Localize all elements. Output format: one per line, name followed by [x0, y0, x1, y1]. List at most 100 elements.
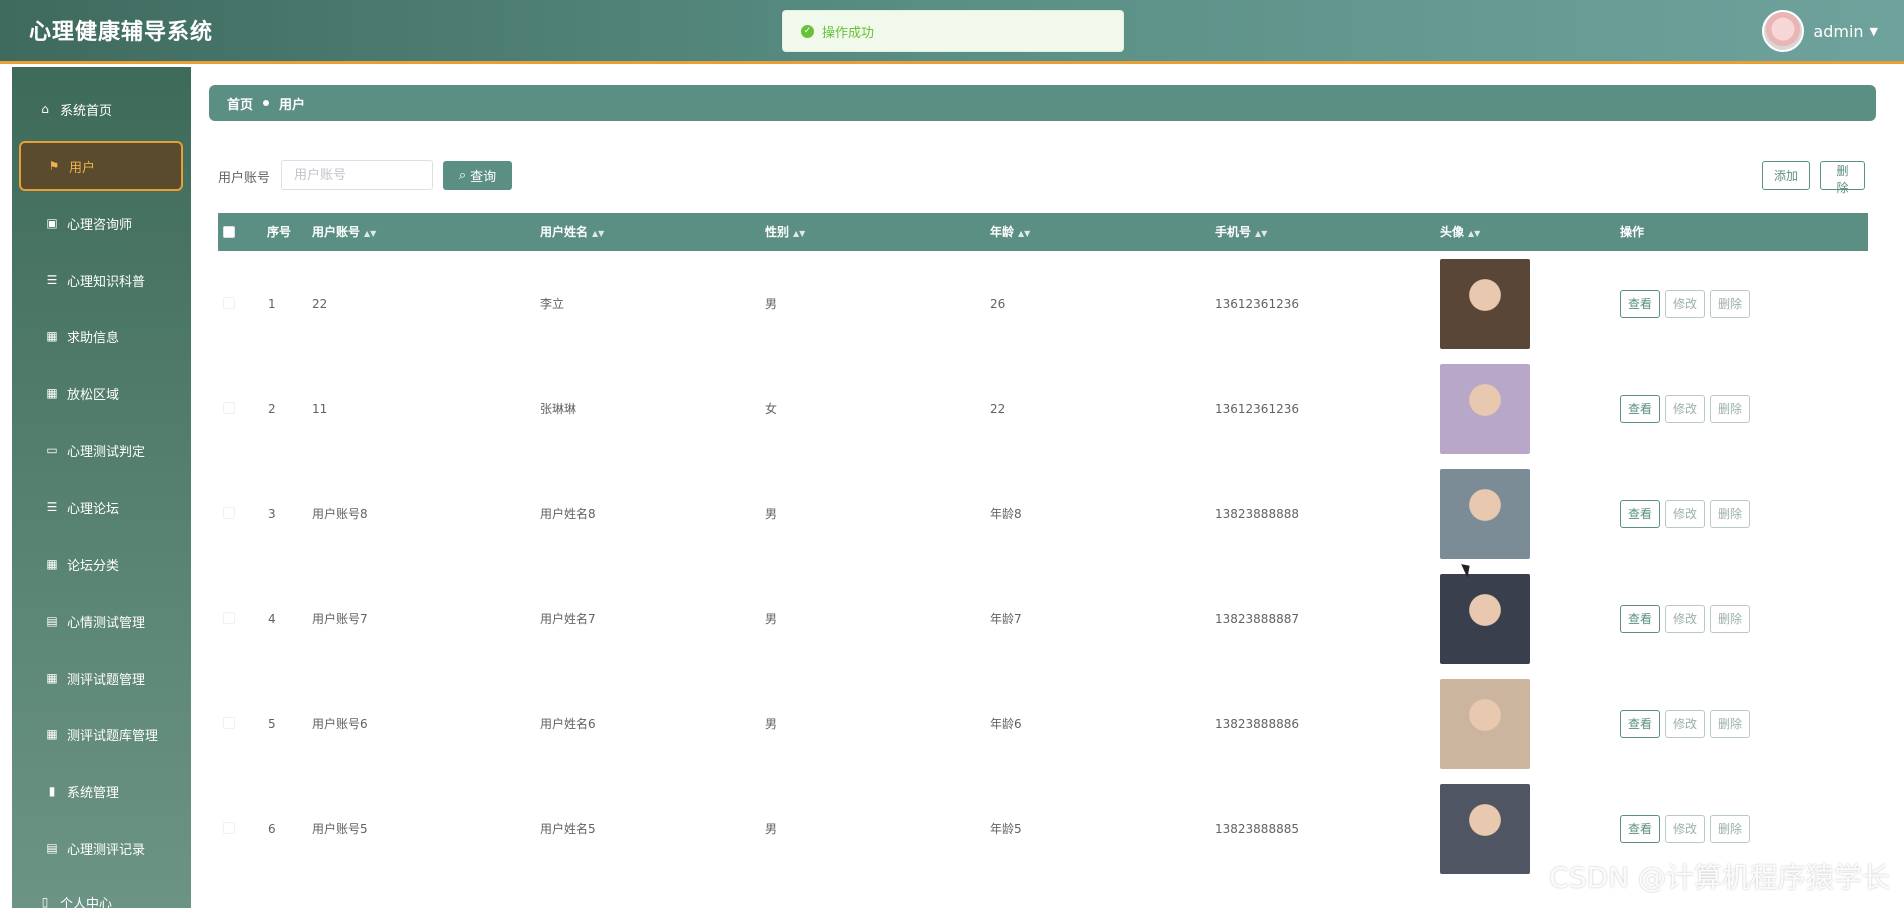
cell-phone: 13612361236 — [1215, 296, 1299, 311]
delete-button[interactable]: 删除 — [1710, 604, 1751, 633]
avatar-photo[interactable] — [1440, 783, 1530, 874]
batch-delete-button[interactable]: 删除 — [1820, 161, 1865, 195]
row-checkbox[interactable] — [223, 402, 235, 414]
sidebar-item-records[interactable]: ▤ 心理测评记录 — [12, 828, 191, 868]
row-checkbox[interactable] — [223, 507, 235, 519]
cell-avatar — [1440, 356, 1530, 461]
col-header-gender[interactable]: 性别 ▲▼ — [765, 213, 805, 251]
sidebar-item-label: 测评试题管理 — [67, 672, 146, 688]
sort-icon[interactable]: ▲▼ — [1018, 229, 1030, 238]
select-all-checkbox[interactable] — [223, 226, 235, 238]
col-header-age[interactable]: 年龄 ▲▼ — [990, 213, 1030, 251]
delete-button[interactable]: 删除 — [1710, 814, 1751, 843]
cell-gender: 女 — [765, 402, 778, 416]
doc-icon: ▯ — [41, 895, 49, 908]
sidebar-item-relax[interactable]: ▦ 放松区域 — [12, 373, 191, 413]
user-menu[interactable]: admin ▼ — [1762, 10, 1878, 52]
view-button[interactable]: 查看 — [1620, 709, 1661, 738]
sidebar-item-forum[interactable]: ☰ 心理论坛 — [12, 487, 191, 527]
col-header-account[interactable]: 用户账号 ▲▼ — [312, 213, 376, 251]
edit-button[interactable]: 修改 — [1665, 814, 1706, 843]
sidebar-item-home[interactable]: ⌂ 系统首页 — [12, 89, 191, 129]
sort-icon[interactable]: ▲▼ — [1255, 229, 1267, 238]
home-icon: ⌂ — [41, 102, 49, 116]
col-header-phone[interactable]: 手机号 ▲▼ — [1215, 213, 1267, 251]
search-button[interactable]: ⌕ 查询 — [443, 161, 512, 190]
sidebar-item-test-judge[interactable]: ▭ 心理测试判定 — [12, 430, 191, 470]
cell-age: 年龄8 — [990, 507, 1022, 521]
sort-icon[interactable]: ▲▼ — [1468, 229, 1480, 238]
edit-button[interactable]: 修改 — [1665, 394, 1706, 423]
view-button[interactable]: 查看 — [1620, 814, 1661, 843]
account-search-input[interactable] — [281, 160, 433, 190]
sidebar-item-profile[interactable]: ▯ 个人中心 — [12, 882, 191, 908]
row-checkbox[interactable] — [223, 297, 235, 309]
grid-icon: ▦ — [46, 671, 58, 685]
sidebar-item-label: 系统首页 — [60, 103, 113, 119]
view-button[interactable]: 查看 — [1620, 604, 1661, 633]
sidebar-item-system[interactable]: ▮ 系统管理 — [12, 771, 191, 811]
avatar-photo[interactable] — [1440, 258, 1530, 349]
delete-button[interactable]: 删除 — [1710, 394, 1751, 423]
edit-button[interactable]: 修改 — [1665, 709, 1706, 738]
caret-down-icon[interactable]: ▼ — [1870, 25, 1878, 38]
sidebar-item-label: 心理测试判定 — [67, 444, 146, 460]
sidebar-item-label: 心理论坛 — [67, 501, 120, 517]
cell-name: 用户姓名8 — [540, 507, 596, 521]
table-row: 1 22 李立 男 26 13612361236 查看 修改 删除 — [218, 251, 1868, 356]
sidebar-item-forum-category[interactable]: ▦ 论坛分类 — [12, 544, 191, 584]
delete-button[interactable]: 删除 — [1710, 289, 1751, 318]
delete-button[interactable]: 删除 — [1710, 709, 1751, 738]
sidebar-item-mood-test[interactable]: ▤ 心情测试管理 — [12, 601, 191, 641]
user-name[interactable]: admin — [1813, 22, 1863, 41]
col-label: 用户账号 — [312, 225, 361, 239]
avatar-photo[interactable] — [1440, 363, 1530, 454]
row-checkbox[interactable] — [223, 717, 235, 729]
cell-account: 用户账号5 — [312, 822, 368, 836]
delete-button[interactable]: 删除 — [1710, 499, 1751, 528]
col-header-avatar[interactable]: 头像 ▲▼ — [1440, 213, 1480, 251]
list-icon: ☰ — [46, 500, 58, 514]
sort-icon[interactable]: ▲▼ — [364, 229, 376, 238]
cell-phone: 13823888887 — [1215, 611, 1299, 626]
table-row: 5 用户账号6 用户姓名6 男 年龄6 13823888886 查看 修改 删除 — [218, 671, 1868, 776]
avatar-photo[interactable] — [1440, 573, 1530, 664]
sidebar-item-counselor[interactable]: ▣ 心理咨询师 — [12, 203, 191, 243]
sort-icon[interactable]: ▲▼ — [793, 229, 805, 238]
cell-name: 用户姓名6 — [540, 717, 596, 731]
cell-avatar — [1440, 461, 1530, 566]
sidebar-item-knowledge[interactable]: ☰ 心理知识科普 — [12, 260, 191, 300]
sidebar-item-label: 论坛分类 — [67, 558, 120, 574]
row-checkbox[interactable] — [223, 612, 235, 624]
col-label: 用户姓名 — [540, 225, 589, 239]
cell-gender: 男 — [765, 507, 778, 521]
sort-icon[interactable]: ▲▼ — [592, 229, 604, 238]
edit-button[interactable]: 修改 — [1665, 604, 1706, 633]
view-button[interactable]: 查看 — [1620, 289, 1661, 318]
cell-avatar — [1440, 776, 1530, 881]
sidebar-item-question-manage[interactable]: ▦ 测评试题管理 — [12, 658, 191, 698]
cell-phone: 13823888885 — [1215, 821, 1299, 836]
view-button[interactable]: 查看 — [1620, 499, 1661, 528]
sidebar-item-label: 求助信息 — [67, 330, 120, 346]
cell-gender: 男 — [765, 612, 778, 626]
cell-no: 2 — [268, 401, 276, 416]
sidebar-item-help[interactable]: ▦ 求助信息 — [12, 316, 191, 356]
sidebar-item-question-bank[interactable]: ▦ 测评试题库管理 — [12, 714, 191, 754]
breadcrumb-home[interactable]: 首页 — [227, 94, 253, 113]
grid-icon: ▦ — [46, 557, 58, 571]
edit-button[interactable]: 修改 — [1665, 289, 1706, 318]
cell-phone: 13612361236 — [1215, 401, 1299, 416]
add-button[interactable]: 添加 — [1762, 161, 1810, 190]
edit-button[interactable]: 修改 — [1665, 499, 1706, 528]
view-button[interactable]: 查看 — [1620, 394, 1661, 423]
avatar-photo[interactable] — [1440, 678, 1530, 769]
sidebar-item-label: 放松区域 — [67, 387, 120, 403]
cell-no: 5 — [268, 716, 276, 731]
sidebar-item-users[interactable]: ⚑ 用户 — [19, 141, 183, 191]
avatar-photo[interactable] — [1440, 468, 1530, 559]
row-checkbox[interactable] — [223, 822, 235, 834]
col-header-name[interactable]: 用户姓名 ▲▼ — [540, 213, 604, 251]
col-label: 手机号 — [1215, 225, 1252, 239]
avatar[interactable] — [1762, 10, 1805, 52]
